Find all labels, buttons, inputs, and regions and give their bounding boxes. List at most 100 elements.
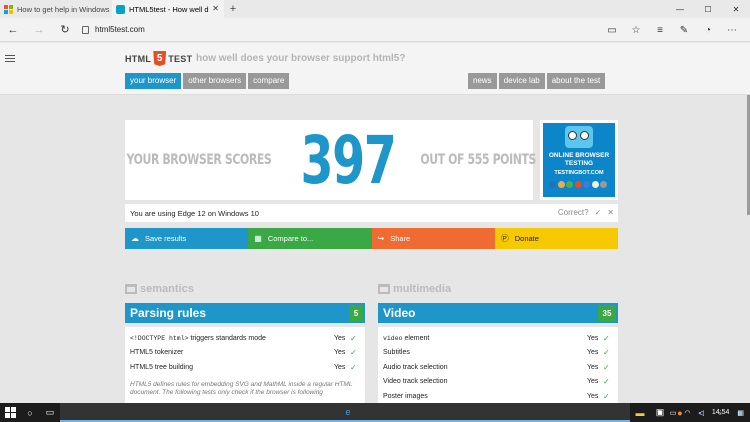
robot-icon <box>565 126 593 148</box>
nav-other-browsers[interactable]: other browsers <box>183 73 247 89</box>
ad-line3: TESTINGBOT.COM <box>554 170 604 176</box>
nav-about[interactable]: about the test <box>546 73 606 89</box>
url-field[interactable]: html5test.com <box>82 25 582 34</box>
web-note-icon[interactable]: ✎ <box>672 25 696 36</box>
share-icon[interactable]: ◔ <box>696 25 720 36</box>
network-icon[interactable]: ◠ <box>684 409 690 417</box>
share-icon: ↪ <box>377 234 385 243</box>
compare-to-button[interactable]: ▦ Compare to... <box>248 228 372 249</box>
microsoft-icon <box>4 4 13 14</box>
video-list: video element Yes ✓ Subtitles Yes ✓ Audio … <box>378 327 618 403</box>
browser-detected-bar: You are using Edge 12 on Windows 10 Corr… <box>125 204 618 222</box>
html5-shield-icon: 5 <box>153 51 167 66</box>
refresh-button[interactable]: ↻ <box>52 18 78 42</box>
clock[interactable]: 14:54 <box>712 409 730 416</box>
score-suffix: OUT OF 555 POINTS <box>419 152 536 168</box>
page-content: HTML 5 TEST how well does your browser s… <box>0 43 750 403</box>
volume-icon[interactable]: ◁ <box>698 409 703 417</box>
site-nav-right: news device lab about the test <box>468 73 607 89</box>
save-results-button[interactable]: ☁ Save results <box>125 228 249 249</box>
notifications-icon[interactable]: ▤ <box>737 409 744 417</box>
favorite-star-icon[interactable]: ☆ <box>624 25 648 36</box>
tab-title: How to get help in Windows <box>17 4 110 14</box>
task-view-icon[interactable]: ▭ <box>40 403 60 422</box>
multimedia-heading: multimedia <box>378 283 451 295</box>
ad-line2: TESTING <box>564 160 594 167</box>
battery-icon[interactable]: ▭ <box>670 409 677 417</box>
page-icon <box>82 25 89 34</box>
parsing-rules-note: HTML5 defines rules for embedding SVG an… <box>130 380 353 396</box>
semantics-icon <box>125 284 137 294</box>
hub-icon[interactable]: ≡ <box>648 25 672 36</box>
maximize-button[interactable]: ☐ <box>694 0 722 18</box>
check-icon: ✓ <box>603 362 610 372</box>
more-icon[interactable]: ⋯ <box>720 25 744 36</box>
action-bar: ☁ Save results ▦ Compare to... ↪ Share Ⓟ Don… <box>125 228 618 249</box>
test-row[interactable]: HTML5 tree building Yes ✓ <box>125 360 365 375</box>
video-header: Video 35 <box>378 303 618 323</box>
browser-tab-bar: How to get help in Windows HTML5test - H… <box>0 0 750 18</box>
score-value: 397 <box>300 121 396 199</box>
score-prefix: YOUR BROWSER SCORES <box>126 152 272 168</box>
address-bar: ← → ↻ html5test.com ▭ ☆ ≡ ✎ ◔ ⋯ <box>0 18 750 42</box>
site-logo[interactable]: HTML 5 TEST <box>125 51 192 66</box>
test-row[interactable]: Video track selection Yes ✓ <box>378 375 618 390</box>
using-text: You are using Edge 12 on Windows 10 <box>130 208 259 218</box>
check-icon: ✓ <box>603 348 610 358</box>
check-icon: ✓ <box>350 333 357 343</box>
html5test-icon <box>116 4 125 14</box>
site-tagline: how well does your browser support html5… <box>196 53 406 64</box>
correct-prompt: Correct? ✓ ✕ <box>557 208 614 217</box>
donate-button[interactable]: Ⓟ Donate <box>494 228 618 249</box>
testingbot-ad[interactable]: ONLINE BROWSER TESTING TESTINGBOT.COM <box>540 120 618 200</box>
browser-logos <box>549 181 609 188</box>
start-button[interactable] <box>0 403 20 422</box>
tab-html5test[interactable]: HTML5test - How well d ✕ <box>112 0 224 18</box>
nav-compare[interactable]: compare <box>248 73 290 89</box>
tab-title: HTML5test - How well d <box>129 4 209 14</box>
test-row[interactable]: Poster images Yes ✓ <box>378 389 618 403</box>
nav-your-browser[interactable]: your browser <box>125 73 182 89</box>
nav-news[interactable]: news <box>468 73 497 89</box>
forward-button[interactable]: → <box>26 18 52 42</box>
test-row[interactable]: <!DOCTYPE html> triggers standards mode … <box>125 331 365 346</box>
test-row[interactable]: Audio track selection Yes ✓ <box>378 360 618 375</box>
reading-view-icon[interactable]: ▭ <box>600 25 624 36</box>
category-score: 5 <box>349 305 363 321</box>
close-tab-icon[interactable]: ✕ <box>212 4 219 13</box>
windows-icon <box>4 407 16 418</box>
nav-device-lab[interactable]: device lab <box>498 73 545 89</box>
minimize-button[interactable]: — <box>666 0 694 18</box>
score-panel: YOUR BROWSER SCORES 397 OUT OF 555 POINT… <box>125 120 536 200</box>
parsing-rules-header: Parsing rules 5 <box>125 303 365 323</box>
window-controls: — ☐ ✕ <box>666 0 750 18</box>
check-icon: ✓ <box>603 391 610 401</box>
check-icon: ✓ <box>603 333 610 343</box>
search-icon[interactable]: ○ <box>20 403 40 422</box>
category-score: 35 <box>598 305 616 321</box>
tab-how-to-get-help[interactable]: How to get help in Windows <box>0 0 112 18</box>
back-button[interactable]: ← <box>0 18 26 42</box>
chevron-up-icon[interactable]: ⌃ <box>656 409 662 417</box>
cloud-upload-icon: ☁ <box>131 234 139 243</box>
site-nav-left: your browser other browsers compare <box>125 73 291 89</box>
ad-line1: ONLINE BROWSER <box>548 152 610 159</box>
test-row[interactable]: Subtitles Yes ✓ <box>378 346 618 361</box>
check-icon: ✓ <box>603 377 610 387</box>
browser-toolbar: ▭ ☆ ≡ ✎ ◔ ⋯ <box>600 18 744 42</box>
new-tab-button[interactable]: + <box>224 0 242 18</box>
check-icon: ✓ <box>350 362 357 372</box>
paypal-icon: Ⓟ <box>500 234 509 243</box>
grid-icon: ▦ <box>254 234 262 243</box>
share-button[interactable]: ↪ Share <box>371 228 495 249</box>
confirm-check-icon[interactable]: ✓ <box>595 208 602 217</box>
close-window-button[interactable]: ✕ <box>722 0 750 18</box>
test-row[interactable]: video element Yes ✓ <box>378 331 618 346</box>
edge-icon[interactable]: e <box>60 403 630 422</box>
url-text: html5test.com <box>95 25 145 34</box>
test-row[interactable]: HTML5 tokenizer Yes ✓ <box>125 346 365 361</box>
menu-icon[interactable] <box>5 55 15 64</box>
reject-x-icon[interactable]: ✕ <box>607 208 614 217</box>
site-header: HTML 5 TEST how well does your browser s… <box>0 43 750 95</box>
system-tray: ⌃ ▭ ◠ ◁ 14:54 ▤ <box>648 403 744 422</box>
